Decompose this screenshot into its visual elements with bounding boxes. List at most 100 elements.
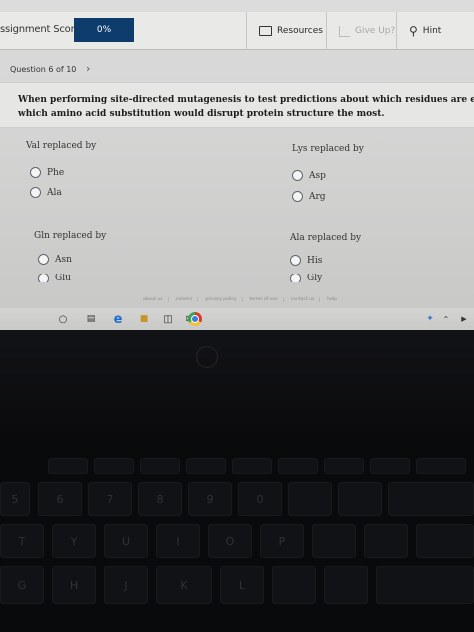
footer-link-privacy[interactable]: privacy policy <box>200 297 243 302</box>
give-up-button[interactable]: Give Up? <box>326 12 396 50</box>
function-key <box>324 458 364 474</box>
key-8: 8 <box>138 482 182 516</box>
key-g: G <box>0 566 44 604</box>
option-label: Ala <box>47 187 62 198</box>
key-9: 9 <box>188 482 232 516</box>
key-k: K <box>156 566 212 604</box>
key-5: 5 <box>0 482 30 516</box>
chevron-up-icon[interactable]: ⌃ <box>440 312 452 326</box>
search-icon[interactable]: ○ <box>56 312 70 326</box>
option-label: Glu <box>55 274 71 282</box>
network-icon[interactable]: ✦ <box>424 312 436 326</box>
chevron-right-icon[interactable]: › <box>86 62 90 75</box>
assignment-toolbar: ssignment Score: 0% Resources Give Up? ⚲… <box>0 12 474 50</box>
laptop-screen: ssignment Score: 0% Resources Give Up? ⚲… <box>0 0 474 330</box>
assignment-score-label: ssignment Score: <box>0 24 84 35</box>
footer-link-help[interactable]: help <box>322 297 342 302</box>
option-glu[interactable]: Glu <box>38 274 71 282</box>
key-0: 0 <box>238 482 282 516</box>
radio-button[interactable] <box>38 274 49 282</box>
option-asn[interactable]: Asn <box>38 254 72 265</box>
footer-link-careers[interactable]: careers <box>171 297 199 302</box>
laptop-bezel <box>0 330 474 440</box>
option-label: Gly <box>307 274 323 282</box>
option-phe[interactable]: Phe <box>30 167 64 178</box>
key-quote <box>324 566 368 604</box>
option-ala[interactable]: Ala <box>30 187 62 198</box>
radio-button[interactable] <box>30 167 41 178</box>
option-label: Asp <box>309 170 326 181</box>
radio-button[interactable] <box>290 255 301 266</box>
key-p: P <box>260 524 304 558</box>
option-asp[interactable]: Asp <box>292 170 326 181</box>
task-view-icon[interactable]: ▤ <box>84 312 98 326</box>
function-key <box>140 458 180 474</box>
hint-button[interactable]: ⚲ Hint <box>396 12 474 50</box>
radio-button[interactable] <box>30 187 41 198</box>
function-key <box>370 458 410 474</box>
group-title-gln: Gln replaced by <box>34 231 107 241</box>
key-7: 7 <box>88 482 132 516</box>
key-l: L <box>220 566 264 604</box>
function-key <box>94 458 134 474</box>
function-key <box>48 458 88 474</box>
key-t: T <box>0 524 44 558</box>
give-up-label: Give Up? <box>355 26 396 36</box>
resources-button[interactable]: Resources <box>246 12 326 50</box>
key-u: U <box>104 524 148 558</box>
chrome-icon[interactable] <box>188 312 202 326</box>
key-h: H <box>52 566 96 604</box>
edge-icon[interactable]: e <box>110 312 126 327</box>
option-gly[interactable]: Gly <box>290 274 322 282</box>
footer-link-terms[interactable]: terms of use <box>245 297 284 302</box>
function-key <box>232 458 272 474</box>
key-backslash <box>416 524 474 558</box>
resources-icon <box>259 26 272 36</box>
volume-icon[interactable]: ▶ <box>456 312 472 326</box>
laptop-keyboard: 5 6 7 8 9 0 T Y U I O P G H J K L <box>0 440 474 632</box>
option-label: Arg <box>309 191 326 202</box>
function-key <box>186 458 226 474</box>
group-title-val: Val replaced by <box>26 141 97 151</box>
key-j: J <box>104 566 148 604</box>
store-icon[interactable]: ◫ <box>160 312 176 326</box>
key-i: I <box>156 524 200 558</box>
key-equals <box>338 482 382 516</box>
question-number: Question 6 of 10 <box>10 65 77 74</box>
key-bracket-right <box>364 524 408 558</box>
key-semicolon <box>272 566 316 604</box>
laptop-logo-icon <box>196 346 218 368</box>
question-text: When performing site-directed mutagenesi… <box>18 93 474 121</box>
question-line-2: which amino acid substitution would disr… <box>18 109 385 119</box>
function-key <box>278 458 318 474</box>
windows-taskbar: ○ ▤ e ■ ◫ ✉ ✦ ⌃ ▶ <box>0 308 474 330</box>
file-explorer-icon[interactable]: ■ <box>136 312 152 326</box>
resources-label: Resources <box>277 26 323 36</box>
give-up-icon <box>339 25 350 37</box>
key-bracket-left <box>312 524 356 558</box>
question-prompt: When performing site-directed mutagenesi… <box>0 82 474 128</box>
option-label: His <box>307 255 323 266</box>
option-label: Phe <box>47 167 65 178</box>
key-enter <box>376 566 474 604</box>
hint-label: Hint <box>422 26 442 36</box>
assignment-score-value: 0% <box>74 18 134 42</box>
footer-link-contact[interactable]: contact us <box>286 297 321 302</box>
key-backspace <box>388 482 474 516</box>
key-y: Y <box>52 524 96 558</box>
radio-button[interactable] <box>290 274 301 282</box>
radio-button[interactable] <box>292 191 303 202</box>
function-key <box>416 458 466 474</box>
radio-button[interactable] <box>38 254 49 265</box>
key-6: 6 <box>38 482 82 516</box>
option-label: Asn <box>55 254 72 265</box>
key-minus <box>288 482 332 516</box>
footer-links: about us careers privacy policy terms of… <box>138 297 342 302</box>
question-navigation: Question 6 of 10 › <box>0 58 474 80</box>
question-line-1: When performing site-directed mutagenesi… <box>18 95 474 105</box>
option-arg[interactable]: Arg <box>292 191 326 202</box>
option-his[interactable]: His <box>290 255 322 266</box>
footer-link-about[interactable]: about us <box>138 297 169 302</box>
key-o: O <box>208 524 252 558</box>
radio-button[interactable] <box>292 170 303 181</box>
